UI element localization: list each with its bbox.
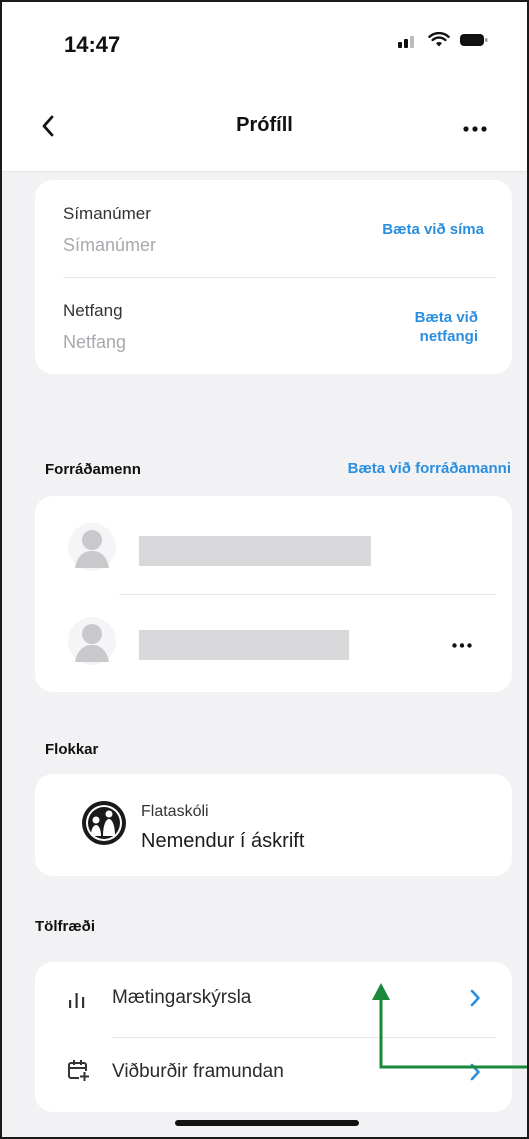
guardian-divider	[119, 594, 496, 595]
guardians-card	[35, 496, 512, 692]
person-placeholder-icon	[67, 616, 117, 671]
stats-card: Mætingarskýrsla Viðburðir framundan	[35, 962, 512, 1112]
signal-icon	[397, 32, 419, 53]
school-logo-icon	[79, 798, 129, 853]
guardian-avatar	[67, 616, 117, 671]
add-phone-link[interactable]: Bæta við síma	[382, 220, 484, 239]
phone-label: Símanúmer	[63, 204, 151, 223]
guardian-name-redacted	[139, 630, 349, 660]
phone-input[interactable]: Símanúmer	[63, 235, 156, 256]
person-placeholder-icon	[67, 522, 117, 577]
top-bar: 14:47 Prófíll	[2, 2, 527, 172]
stats-row-upcoming-events[interactable]: Viðburðir framundan	[35, 1038, 512, 1112]
ellipsis-icon	[452, 635, 472, 653]
attendance-report-label: Mætingarskýrsla	[112, 987, 252, 1008]
group-school: Flataskóli	[141, 803, 209, 820]
groups-title: Flokkar	[45, 741, 99, 758]
contact-card: Símanúmer Símanúmer Bæta við síma Netfan…	[35, 180, 512, 374]
ellipsis-icon	[463, 119, 487, 137]
bar-chart-icon	[67, 988, 87, 1015]
guardian-name-redacted	[139, 536, 371, 566]
contact-divider	[63, 277, 496, 278]
chevron-right-icon	[466, 1062, 484, 1082]
stats-title: Tölfræði	[35, 918, 95, 935]
status-icons	[397, 31, 489, 53]
guardian-avatar	[67, 522, 117, 577]
calendar-plus-icon	[66, 1058, 90, 1087]
more-options-button[interactable]	[457, 114, 493, 142]
add-email-link[interactable]: Bæta við netfangi	[415, 308, 478, 346]
school-logo	[79, 800, 129, 850]
wifi-icon	[428, 31, 450, 53]
guardian-more-button[interactable]	[448, 634, 476, 654]
add-email-link-line1: Bæta við	[414, 309, 478, 326]
chevron-right-icon	[466, 988, 484, 1008]
email-input[interactable]: Netfang	[63, 332, 126, 353]
battery-icon	[459, 32, 489, 53]
stats-row-attendance[interactable]: Mætingarskýrsla	[35, 962, 512, 1037]
phone-screen: 14:47 Prófíll Símanúmer Símanúmer Bæta v…	[0, 0, 529, 1139]
add-email-link-line2: netfangi	[419, 328, 478, 345]
group-name: Nemendur í áskrift	[141, 830, 305, 852]
page-title: Prófíll	[236, 114, 293, 136]
guardians-title: Forráðamenn	[45, 461, 141, 478]
home-indicator	[175, 1120, 359, 1126]
upcoming-events-label: Viðburðir framundan	[112, 1061, 284, 1082]
group-card[interactable]: Flataskóli Nemendur í áskrift	[35, 774, 512, 876]
add-guardian-link[interactable]: Bæta við forráðamanni	[348, 459, 511, 478]
email-label: Netfang	[63, 301, 123, 320]
status-time: 14:47	[64, 32, 121, 57]
